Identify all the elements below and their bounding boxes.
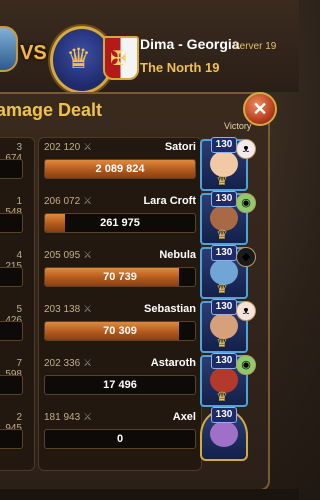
bottom-strip (0, 489, 299, 500)
hero-name: Sebastian (144, 303, 196, 315)
opponent-guild-emblem-icon (0, 26, 18, 72)
hero-level-badge: 130 (211, 353, 237, 369)
damage-value: 261 975 (100, 217, 140, 229)
fox-pet-icon: ᴥ (236, 301, 256, 321)
swords-icon: ⚔ (83, 142, 93, 153)
damage-bar: 17 496 (44, 375, 196, 395)
hero-power-value: 181 943 (44, 412, 81, 423)
panel-title: amage Dealt (0, 100, 103, 120)
swords-icon: ⚔ (83, 358, 93, 369)
damage-value: 70 309 (103, 325, 137, 337)
opponent-damage-bar (0, 429, 23, 449)
hero-level-badge: 130 (211, 137, 237, 153)
hero-row: 4 215205 095⚔Nebula70 739130◆♛ (0, 245, 299, 299)
victory-crown-icon: ♛ (216, 227, 228, 242)
player-name: Dima - Georgia (140, 36, 240, 52)
hero-row: 7 598202 336⚔Astaroth17 496130◉♛ (0, 353, 299, 407)
opponent-damage-bar (0, 267, 23, 287)
hero-power-value: 205 095 (44, 250, 81, 261)
hero-row: 5 426203 138⚔Sebastian70 309130ᴥ♛ (0, 299, 299, 353)
damage-value: 2 089 824 (95, 163, 145, 175)
damage-bar: 70 739 (44, 267, 196, 287)
hero-row: 2 945181 943⚔Axel0130 (0, 407, 299, 461)
opponent-damage-bar (0, 375, 23, 395)
victory-crown-icon: ♛ (216, 389, 228, 404)
hero-name: Nebula (159, 249, 196, 261)
hero-name: Lara Croft (143, 195, 196, 207)
crown-icon: ♛ (66, 43, 92, 74)
damage-value: 17 496 (103, 379, 137, 391)
opponent-damage-bar (0, 159, 23, 179)
victory-crown-icon: ♛ (216, 173, 228, 188)
hero-power: 206 072 ⚔ (44, 196, 92, 207)
hero-power-value: 203 138 (44, 304, 81, 315)
hero-power-value: 206 072 (44, 196, 81, 207)
guild-name: The North 19 (140, 60, 220, 75)
server-label: Server 19 (233, 41, 277, 52)
hero-power-value: 202 120 (44, 142, 81, 153)
cross-icon: ✠ (110, 48, 127, 70)
swords-icon: ⚔ (83, 196, 93, 207)
damage-bar: 0 (44, 429, 196, 449)
egg-pet-icon: ◉ (236, 355, 256, 375)
damage-value: 70 739 (103, 271, 137, 283)
hero-power: 202 336 ⚔ (44, 358, 92, 369)
close-button[interactable]: ✕ (243, 92, 277, 126)
swords-icon: ⚔ (83, 304, 93, 315)
damage-bar: 261 975 (44, 213, 196, 233)
damage-value: 0 (116, 433, 124, 445)
damage-bar: 70 309 (44, 321, 196, 341)
hero-level-badge: 130 (211, 407, 237, 423)
opponent-damage-bar (0, 213, 23, 233)
hero-row: 3 674202 120⚔Satori2 089 824130ᴥ♛ (0, 137, 299, 191)
hero-name: Satori (164, 141, 196, 153)
victory-crown-icon: ♛ (216, 335, 228, 350)
hero-level-badge: 130 (211, 191, 237, 207)
hero-level-badge: 130 (211, 245, 237, 261)
opponent-damage-bar (0, 321, 23, 341)
damage-bar: 2 089 824 (44, 159, 196, 179)
hero-name: Axel (172, 411, 196, 423)
hero-row: 1 548206 072⚔Lara Croft261 975130◉♛ (0, 191, 299, 245)
cat-pet-icon: ᴥ (236, 139, 256, 159)
swords-icon: ⚔ (83, 412, 93, 423)
victory-crown-icon: ♛ (216, 281, 228, 296)
hero-level-badge: 130 (211, 299, 237, 315)
hero-face-icon (210, 421, 238, 447)
vs-label: VS (20, 42, 47, 64)
hero-power: 202 120 ⚔ (44, 142, 92, 153)
victory-label: Victory (224, 121, 252, 131)
hero-power: 203 138 ⚔ (44, 304, 92, 315)
hero-power: 181 943 ⚔ (44, 412, 92, 423)
top-bar: VS ♛ ✠ Dima - Georgia Server 19 The Nort… (0, 0, 299, 94)
shadow-pet-icon: ◆ (236, 247, 256, 267)
swords-icon: ⚔ (83, 250, 93, 261)
hero-power: 205 095 ⚔ (44, 250, 92, 261)
georgia-flag-icon: ✠ (103, 36, 139, 80)
hero-power-value: 202 336 (44, 358, 81, 369)
egg-pet-icon: ◉ (236, 193, 256, 213)
hero-name: Astaroth (150, 357, 196, 369)
